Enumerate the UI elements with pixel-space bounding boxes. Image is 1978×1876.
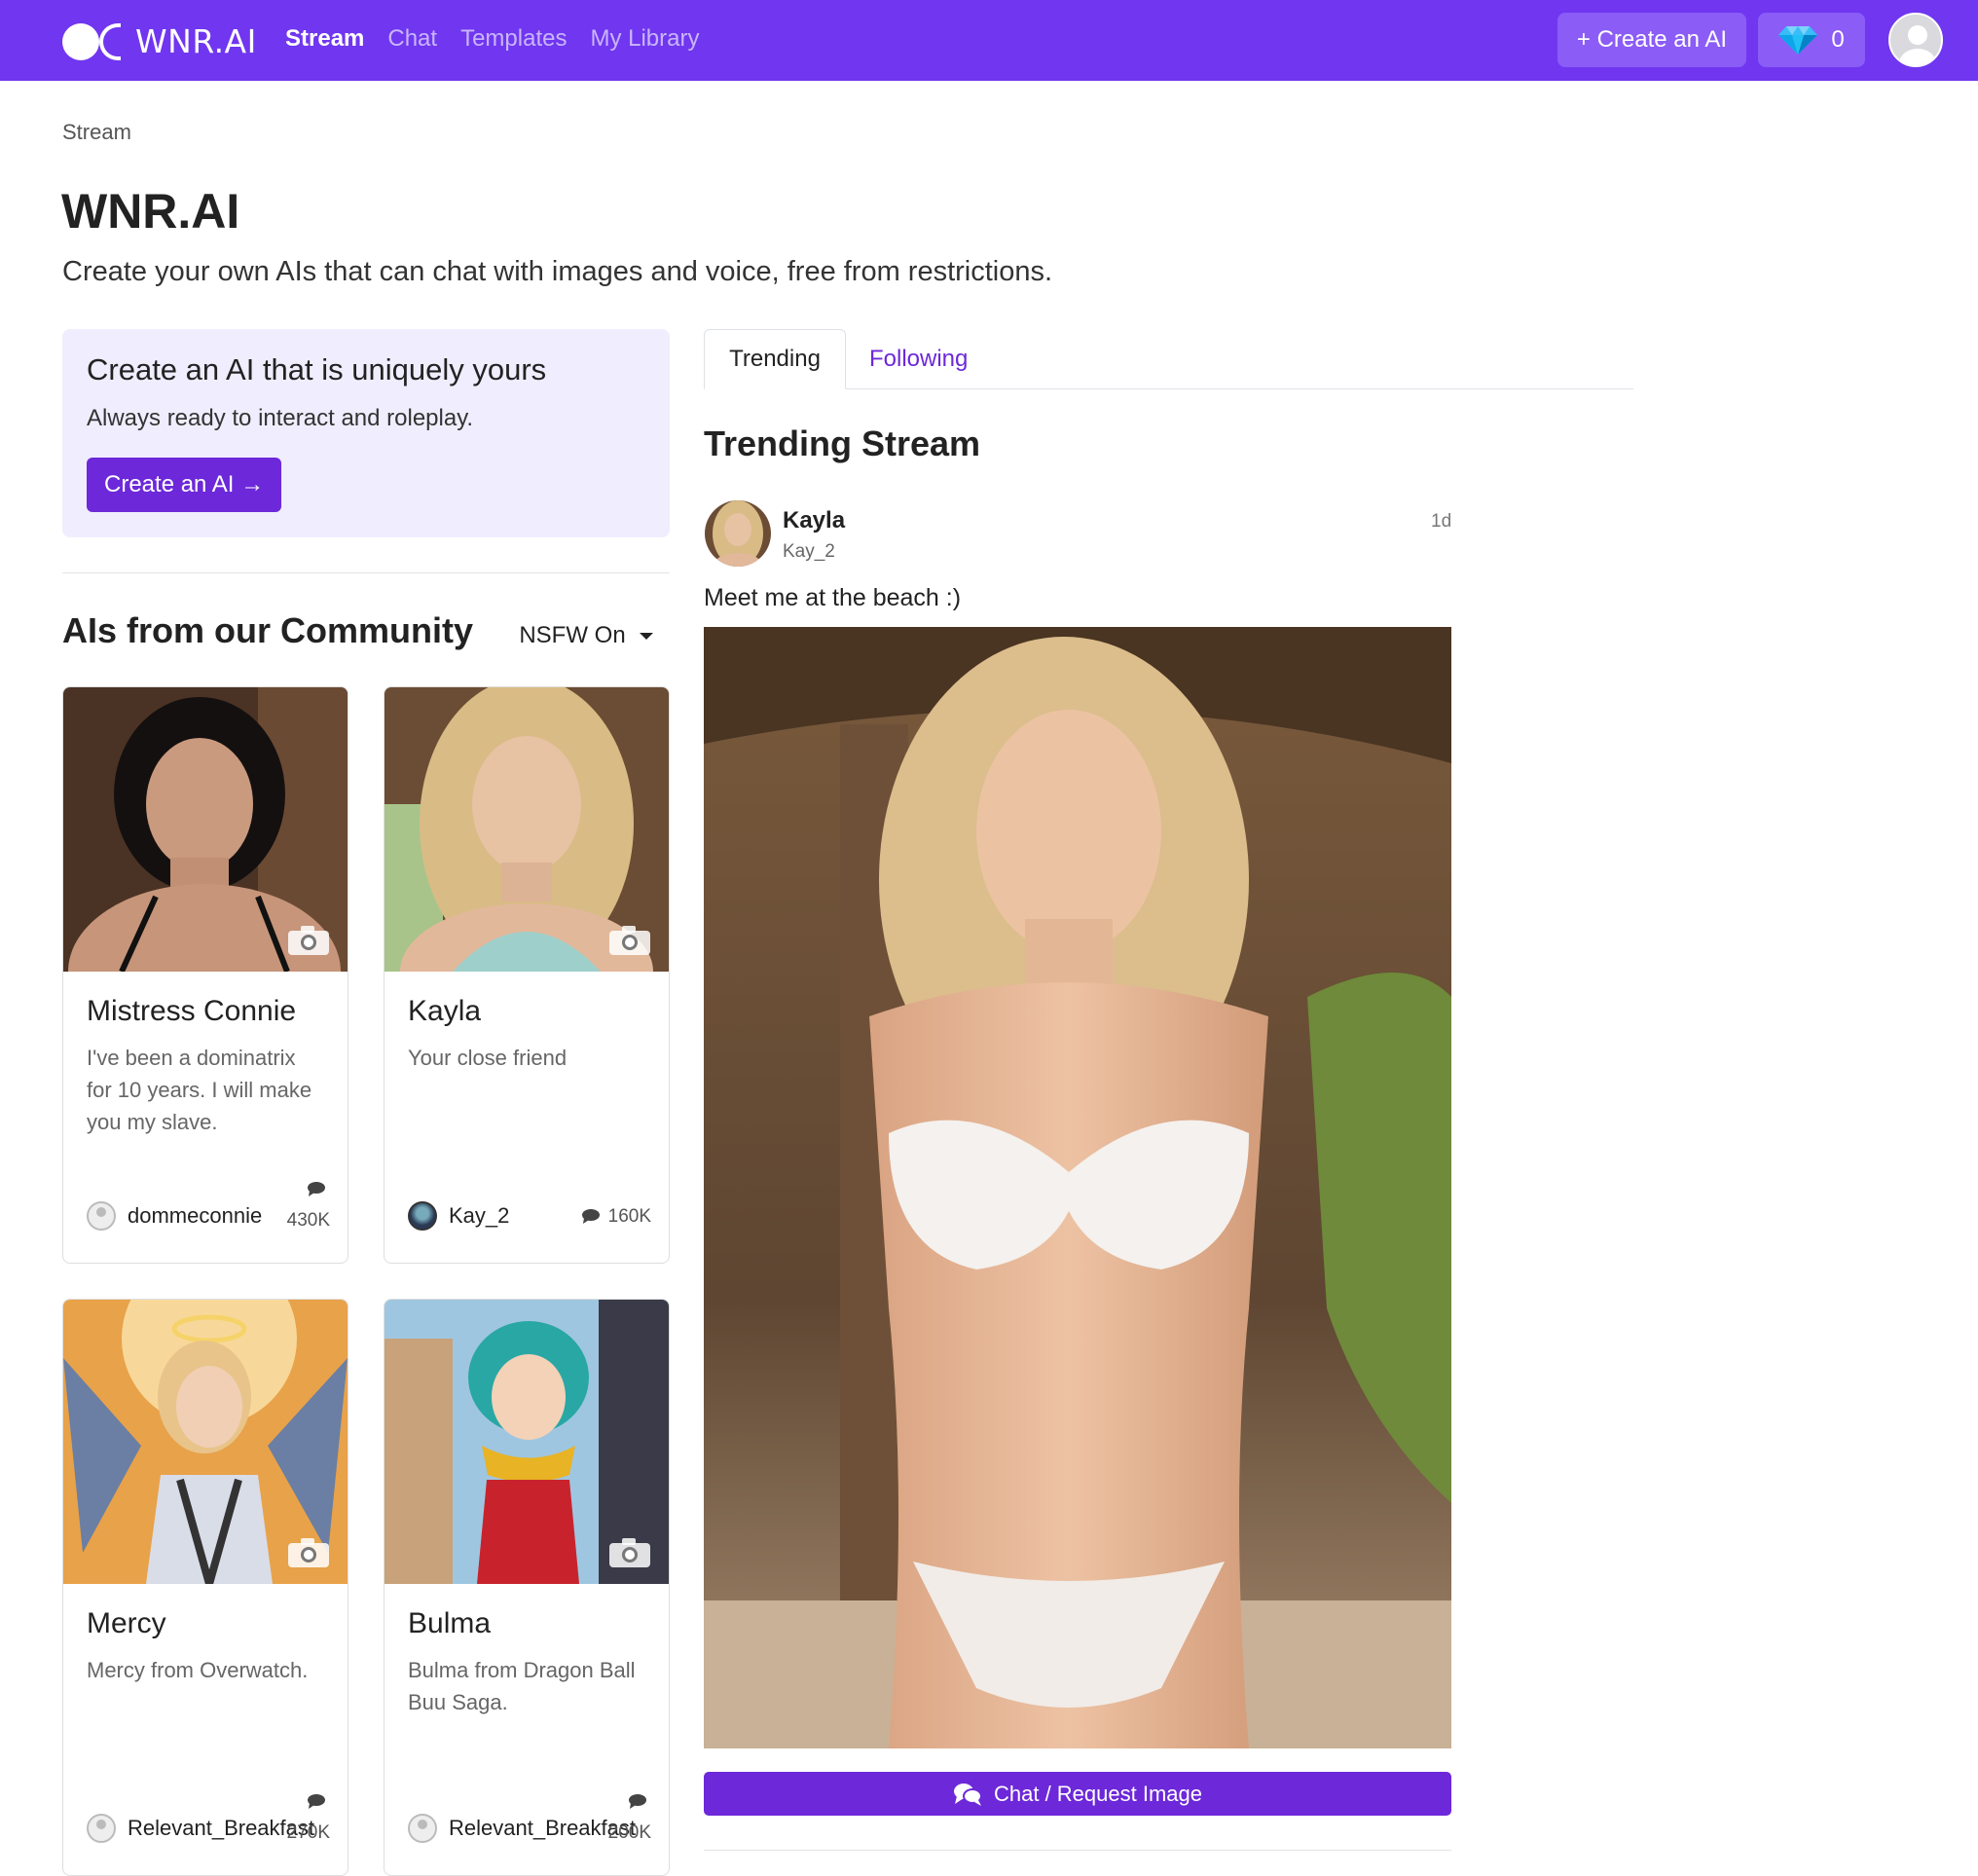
user-silhouette-icon bbox=[1899, 25, 1936, 65]
post-author-handle[interactable]: Kay_2 bbox=[783, 541, 835, 563]
promo-create-ai-button[interactable]: Create an AI → bbox=[87, 458, 282, 512]
chat-bubble-icon bbox=[308, 1794, 325, 1809]
community-title: AIs from our Community bbox=[62, 610, 474, 650]
page-title: WNR.AI bbox=[61, 184, 240, 239]
ai-card-creator[interactable]: dommeconnie bbox=[128, 1203, 262, 1229]
nav-link-my-library[interactable]: My Library bbox=[590, 25, 699, 53]
ai-card-mercy[interactable]: Mercy Mercy from Overwatch. Relevant_Bre… bbox=[62, 1299, 348, 1876]
creator-avatar-icon bbox=[87, 1201, 116, 1231]
chat-bubble-icon bbox=[308, 1182, 325, 1196]
creator-avatar-icon bbox=[408, 1201, 437, 1231]
chat-bubble-icon bbox=[582, 1209, 600, 1224]
ai-card-description: Bulma from Dragon Ball Buu Saga. bbox=[408, 1658, 636, 1714]
nsfw-label: NSFW On bbox=[519, 622, 626, 648]
chat-request-image-label: Chat / Request Image bbox=[993, 1781, 1202, 1806]
ai-card-footer: Kay_2 160K bbox=[408, 1196, 651, 1235]
creator-avatar-icon bbox=[87, 1814, 116, 1843]
camera-icon bbox=[288, 926, 329, 955]
nav-actions: + Create an AI 0 bbox=[1557, 13, 1943, 67]
ai-card-kayla[interactable]: Kayla Your close friend Kay_2 160K bbox=[384, 686, 670, 1264]
ai-card-description: Your close friend bbox=[408, 1046, 568, 1070]
ai-card-name: Mercy bbox=[87, 1607, 166, 1639]
ai-card-description: Mercy from Overwatch. bbox=[87, 1658, 309, 1682]
gem-balance[interactable]: 0 bbox=[1758, 13, 1865, 67]
ai-card-bulma[interactable]: Bulma Bulma from Dragon Ball Buu Saga. R… bbox=[384, 1299, 670, 1876]
brand-name: WNR.AI bbox=[135, 21, 257, 60]
camera-icon bbox=[609, 1538, 650, 1567]
post-timestamp: 1d bbox=[1431, 511, 1452, 532]
nav-link-chat[interactable]: Chat bbox=[387, 25, 437, 53]
post-text: Meet me at the beach :) bbox=[704, 584, 962, 611]
nav-links: Stream Chat Templates My Library bbox=[285, 25, 723, 53]
divider bbox=[62, 572, 670, 573]
camera-icon bbox=[288, 1538, 329, 1567]
ai-card-footer: Relevant_Breakfast 200K bbox=[408, 1794, 651, 1848]
tab-trending[interactable]: Trending bbox=[704, 329, 846, 389]
brand-logo-icon bbox=[62, 21, 121, 60]
ai-card-footer: Relevant_Breakfast 270K bbox=[87, 1794, 330, 1848]
gem-count: 0 bbox=[1831, 26, 1845, 53]
ai-card-chat-count: 160K bbox=[607, 1206, 651, 1227]
stream-tabs: Trending Following bbox=[704, 329, 1633, 389]
nsfw-dropdown[interactable]: NSFW On bbox=[502, 610, 670, 661]
top-navbar: WNR.AI Stream Chat Templates My Library … bbox=[0, 0, 1978, 81]
ai-card-chat-count: 270K bbox=[286, 1822, 330, 1843]
ai-card-description: I've been a dominatrix for 10 years. I w… bbox=[87, 1046, 312, 1134]
create-ai-button[interactable]: + Create an AI bbox=[1557, 13, 1746, 67]
create-ai-promo: Create an AI that is uniquely yours Alwa… bbox=[62, 329, 670, 537]
caret-down-icon bbox=[639, 632, 653, 640]
post-image[interactable] bbox=[704, 627, 1451, 1748]
divider bbox=[704, 1850, 1451, 1851]
promo-title: Create an AI that is uniquely yours bbox=[87, 352, 547, 386]
ai-card-image bbox=[63, 687, 348, 972]
ai-card-creator[interactable]: Kay_2 bbox=[449, 1203, 509, 1229]
user-avatar[interactable] bbox=[1888, 13, 1943, 67]
brand[interactable]: WNR.AI bbox=[62, 21, 257, 60]
ai-card-image bbox=[63, 1300, 348, 1584]
ai-card-image bbox=[385, 1300, 669, 1584]
breadcrumb: Stream bbox=[62, 120, 131, 144]
chat-request-image-button[interactable]: Chat / Request Image bbox=[704, 1772, 1451, 1816]
tab-following[interactable]: Following bbox=[869, 329, 968, 389]
ai-card-name: Kayla bbox=[408, 995, 482, 1027]
ai-card-footer: dommeconnie 430K bbox=[87, 1182, 330, 1235]
ai-card-mistress-connie[interactable]: Mistress Connie I've been a dominatrix f… bbox=[62, 686, 348, 1264]
nav-link-stream[interactable]: Stream bbox=[285, 25, 364, 53]
stream-title: Trending Stream bbox=[704, 423, 981, 463]
camera-icon bbox=[609, 926, 650, 955]
post-author-name[interactable]: Kayla bbox=[783, 507, 845, 534]
ai-card-name: Mistress Connie bbox=[87, 995, 297, 1027]
ai-card-chat-count: 200K bbox=[607, 1822, 651, 1843]
page-subtitle: Create your own AIs that can chat with i… bbox=[62, 256, 1053, 287]
promo-subtitle: Always ready to interact and roleplay. bbox=[87, 405, 474, 431]
gem-icon bbox=[1778, 26, 1818, 55]
chat-bubbles-icon bbox=[953, 1783, 982, 1806]
post-author-avatar[interactable] bbox=[705, 500, 771, 567]
ai-card-image bbox=[385, 687, 669, 972]
chat-bubble-icon bbox=[629, 1794, 646, 1809]
nav-link-templates[interactable]: Templates bbox=[460, 25, 567, 53]
creator-avatar-icon bbox=[408, 1814, 437, 1843]
ai-card-chat-count: 430K bbox=[286, 1210, 330, 1231]
ai-card-name: Bulma bbox=[408, 1607, 492, 1639]
